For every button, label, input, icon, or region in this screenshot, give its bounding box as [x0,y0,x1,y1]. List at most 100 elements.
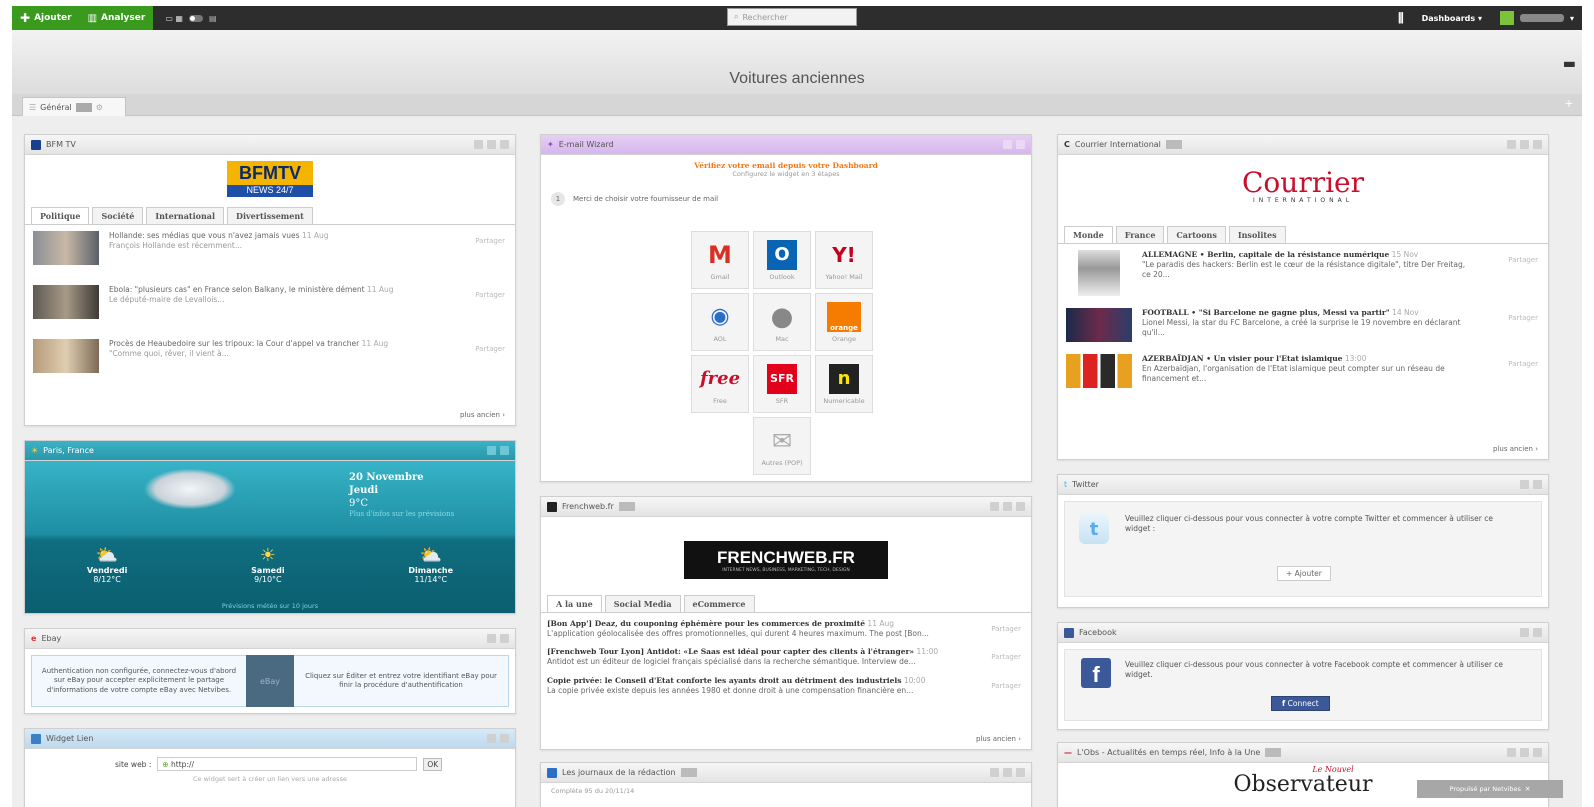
widget-header[interactable]: Frenchweb.fr [541,497,1031,517]
close-icon[interactable]: ✕ [1525,785,1530,793]
view-mode-icon[interactable]: ▭ ▦ [165,14,183,23]
tab-insolites[interactable]: Insolites [1228,226,1286,243]
collapse-icon[interactable]: ▬ [1563,56,1576,72]
edit-title-icon[interactable] [1165,140,1182,149]
list-item[interactable]: [Frenchweb Tour Lyon] Antidot: «Le Saas … [541,641,1031,669]
tab-cartoons[interactable]: Cartoons [1167,226,1226,243]
provider-free[interactable]: free Free [691,355,749,413]
news-thumbnail[interactable] [33,285,99,319]
edit-icon[interactable] [1520,748,1529,757]
toggle-switch[interactable] [188,14,203,22]
url-input[interactable]: ⊕ http:// [157,757,418,771]
news-text[interactable]: Ebola: "plusieurs cas" en France selon B… [109,285,394,319]
analyze-button[interactable]: ▥ Analyser [88,13,146,24]
share-link[interactable]: Partager [991,653,1021,661]
list-item[interactable]: ALLEMAGNE • Berlin, capitale de la résis… [1058,244,1548,302]
tab-societe[interactable]: Société [92,207,144,224]
tab-general[interactable]: ☰ Général ⚙ [22,97,126,116]
news-text[interactable]: Procès de Heaubedoire sur les tripoux: l… [109,339,388,373]
refresh-icon[interactable] [474,140,483,149]
provider-pop[interactable]: ✉ Autres (POP) [753,417,811,475]
edit-icon[interactable] [1520,140,1529,149]
news-text[interactable]: [Frenchweb Tour Lyon] Antidot: «Le Saas … [547,647,957,667]
widget-header[interactable]: Les journaux de la rédaction [541,763,1031,783]
user-menu[interactable]: ▾ [1499,11,1574,25]
news-text[interactable]: Copie privée: le Conseil d'Etat conforte… [547,676,957,696]
close-icon[interactable] [1016,768,1025,777]
edit-icon[interactable] [487,734,496,743]
provider-outlook[interactable]: O Outlook [753,231,811,289]
widget-header[interactable]: BFM TV [25,135,515,155]
provider-yahoo[interactable]: Y! Yahoo! Mail [815,231,873,289]
news-text[interactable]: ALLEMAGNE • Berlin, capitale de la résis… [1142,250,1472,296]
provider-gmail[interactable]: M Gmail [691,231,749,289]
edit-icon[interactable] [487,140,496,149]
close-icon[interactable] [1533,140,1542,149]
more-link[interactable]: plus ancien › [460,411,505,419]
edit-title-icon[interactable] [680,768,697,777]
list-item[interactable]: [Bon App'] Deaz, du couponing éphémère p… [541,613,1031,641]
share-link[interactable]: Partager [1508,314,1538,322]
bfm-logo[interactable]: BFMTV NEWS 24/7 [227,161,313,201]
refresh-icon[interactable] [990,768,999,777]
weather-link[interactable]: Plus d'infos sur les prévisions [349,510,454,519]
search-input[interactable]: ⌕ Rechercher [727,8,857,26]
news-text[interactable]: Hollande: ses médias que vous n'avez jam… [109,231,329,265]
add-tab-button[interactable]: + [1562,97,1576,111]
close-icon[interactable] [1016,140,1025,149]
drag-handle-icon[interactable]: ☰ [29,103,36,112]
widget-header[interactable]: e Ebay [25,629,515,649]
tab-a-la-une[interactable]: A la une [547,595,602,612]
tab-international[interactable]: International [146,207,225,224]
close-icon[interactable] [500,734,509,743]
share-link[interactable]: Partager [991,625,1021,633]
provider-orange[interactable]: orange Orange [815,293,873,351]
edit-tab-icon[interactable] [75,102,92,112]
settings-sliders-icon[interactable]: ⫼ [1398,11,1404,26]
edit-title-icon[interactable] [618,502,635,511]
widget-header[interactable]: Widget Lien [25,729,515,749]
tab-monde[interactable]: Monde [1064,226,1113,243]
share-link[interactable]: Partager [1508,256,1538,264]
list-item[interactable]: Ebola: "plusieurs cas" en France selon B… [25,279,515,325]
powered-by-badge[interactable]: Propulsé par Netvibes ✕ [1417,780,1563,798]
refresh-icon[interactable] [990,502,999,511]
news-text[interactable]: FOOTBALL • "Si Barcelone ne gagne plus, … [1142,308,1472,342]
share-link[interactable]: Partager [1508,360,1538,368]
provider-aol[interactable]: ◉ AOL [691,293,749,351]
tab-politique[interactable]: Politique [31,207,90,224]
edit-icon[interactable] [487,446,496,455]
dashboards-menu[interactable]: Dashboards ▾ [1422,14,1482,23]
frenchweb-logo[interactable]: FRENCHWEB.FR INTERNET NEWS, BUSINESS, MA… [684,541,888,579]
news-thumbnail[interactable] [1066,354,1132,388]
list-item[interactable]: Procès de Heaubedoire sur les tripoux: l… [25,333,515,379]
ebay-auth-text[interactable]: Authentication non configurée, connectez… [32,667,246,694]
courrier-logo[interactable]: Courrier INTERNATIONAL [1058,169,1548,205]
close-icon[interactable] [500,446,509,455]
edit-icon[interactable] [1003,502,1012,511]
widget-header[interactable]: C Courrier International [1058,135,1548,155]
add-button[interactable]: ✚ Ajouter [20,11,72,25]
widget-header[interactable]: ✦ E-mail Wizard [541,135,1031,155]
edit-title-icon[interactable] [1265,748,1282,757]
edit-icon[interactable] [1003,140,1012,149]
close-icon[interactable] [500,140,509,149]
edit-icon[interactable] [1003,768,1012,777]
provider-numericable[interactable]: n Numericable [815,355,873,413]
share-link[interactable]: Partager [475,237,505,245]
more-link[interactable]: plus ancien › [1493,445,1538,453]
list-item[interactable]: AZERBAÏDJAN • Un visier pour l'Etat isla… [1058,348,1548,394]
tab-france[interactable]: France [1115,226,1165,243]
list-item[interactable]: Copie privée: le Conseil d'Etat conforte… [541,670,1031,698]
edit-icon[interactable] [1520,628,1529,637]
refresh-icon[interactable] [1507,140,1516,149]
close-icon[interactable] [1533,748,1542,757]
weather-footer-link[interactable]: Prévisions météo sur 10 jours [25,602,515,610]
twitter-add-button[interactable]: + Ajouter [1277,566,1331,581]
news-thumbnail[interactable] [33,231,99,265]
news-thumbnail[interactable] [1066,308,1132,342]
widget-header[interactable]: t Twitter [1058,475,1548,495]
page-title[interactable]: Voitures anciennes [12,70,1582,88]
share-link[interactable]: Partager [475,345,505,353]
provider-sfr[interactable]: SFR SFR [753,355,811,413]
